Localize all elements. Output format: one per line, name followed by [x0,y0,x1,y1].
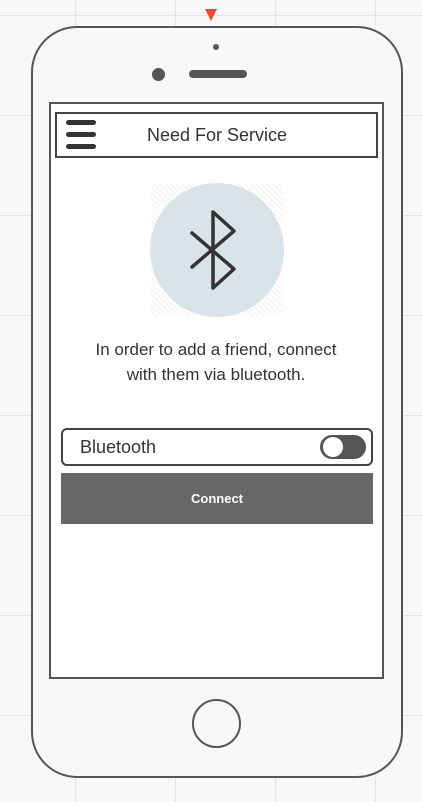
home-button[interactable] [192,699,241,748]
connect-button[interactable]: Connect [61,473,373,524]
bluetooth-toggle-label: Bluetooth [80,437,157,457]
menu-line-bottom [66,144,96,149]
bluetooth-icon [190,210,236,290]
front-camera [152,68,165,81]
menu-line-middle [66,132,96,137]
menu-line-top [66,120,96,125]
instructions-line-1: In order to add a friend, connect [95,340,337,359]
instructions-line-2: with them via bluetooth. [126,365,306,384]
page-title: Need For Service [146,125,288,145]
toggle-knob [323,437,343,457]
proximity-sensor [213,44,219,50]
top-marker-icon [205,9,217,21]
instructions-text: In order to add a friend, connect with t… [60,337,372,387]
earpiece-speaker [189,70,247,78]
